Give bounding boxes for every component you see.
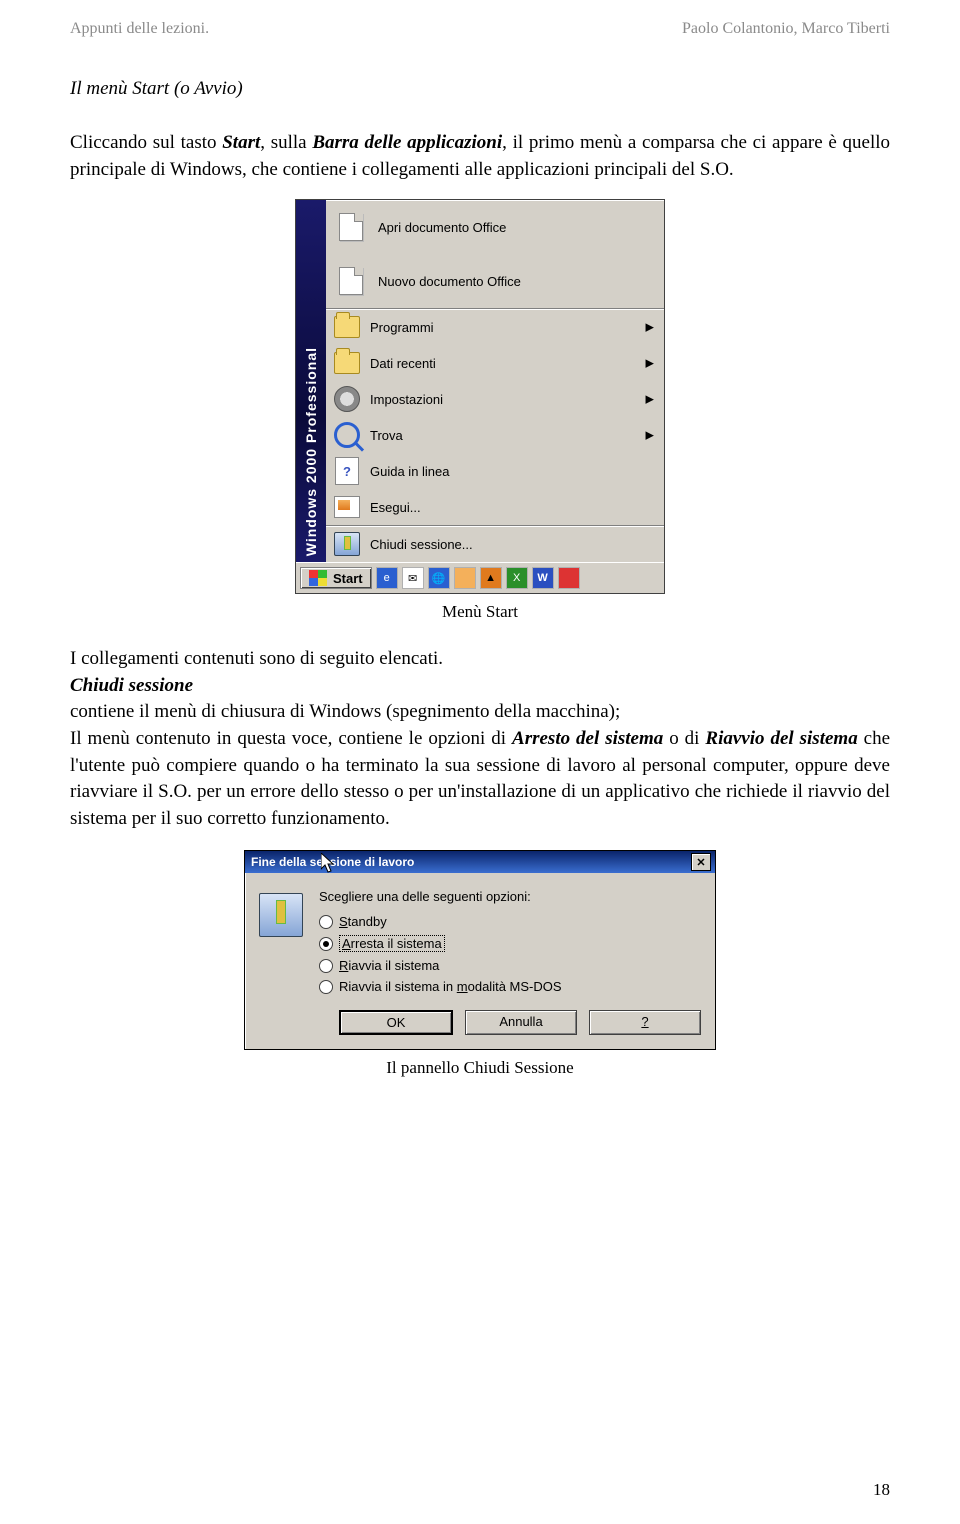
help-icon: ? bbox=[334, 458, 360, 484]
taskbar: Start e ✉ 🌐 ▲ X W bbox=[296, 562, 664, 593]
shutdown-dialog: Fine della sessione di lavoro ✕ Sceglier… bbox=[244, 850, 716, 1050]
paragraph-2: I collegamenti contenuti sono di seguito… bbox=[70, 646, 890, 832]
radio-icon bbox=[319, 915, 333, 929]
settings-icon bbox=[334, 386, 360, 412]
quicklaunch-icon[interactable]: ✉ bbox=[402, 567, 424, 589]
chevron-right-icon: ▶ bbox=[646, 429, 654, 442]
figure-caption-2: Il pannello Chiudi Sessione bbox=[70, 1058, 890, 1078]
chevron-right-icon: ▶ bbox=[646, 393, 654, 406]
document-icon bbox=[334, 210, 368, 244]
radio-riavvia[interactable]: Riavvia il sistema bbox=[319, 958, 701, 973]
radio-standby[interactable]: Standby bbox=[319, 914, 701, 929]
page-header: Appunti delle lezioni. Paolo Colantonio,… bbox=[70, 20, 890, 38]
menu-item-new-office-doc[interactable]: Nuovo documento Office bbox=[326, 254, 664, 308]
search-icon bbox=[334, 422, 360, 448]
menu-item-open-office-doc[interactable]: Apri documento Office bbox=[326, 200, 664, 254]
quicklaunch-icon[interactable]: W bbox=[532, 567, 554, 589]
run-icon bbox=[334, 494, 360, 520]
cursor-icon bbox=[321, 853, 337, 875]
radio-icon bbox=[319, 959, 333, 973]
quicklaunch-icon[interactable]: 🌐 bbox=[428, 567, 450, 589]
radio-icon bbox=[319, 937, 333, 951]
quicklaunch-icon[interactable]: ▲ bbox=[480, 567, 502, 589]
page-number: 18 bbox=[873, 1480, 890, 1500]
menu-item-find[interactable]: Trova ▶ bbox=[326, 417, 664, 453]
dialog-titlebar[interactable]: Fine della sessione di lavoro ✕ bbox=[245, 851, 715, 873]
menu-item-recent[interactable]: Dati recenti ▶ bbox=[326, 345, 664, 381]
start-menu-sideband: Windows 2000 Professional bbox=[296, 200, 326, 562]
quicklaunch-icon[interactable]: X bbox=[506, 567, 528, 589]
header-left: Appunti delle lezioni. bbox=[70, 20, 209, 38]
header-right: Paolo Colantonio, Marco Tiberti bbox=[682, 20, 890, 38]
menu-item-help[interactable]: ? Guida in linea bbox=[326, 453, 664, 489]
cancel-button[interactable]: Annulla bbox=[465, 1010, 577, 1035]
quicklaunch-icon[interactable] bbox=[558, 567, 580, 589]
shutdown-icon bbox=[334, 531, 360, 557]
paragraph-1: Cliccando sul tasto Start, sulla Barra d… bbox=[70, 130, 890, 183]
menu-item-settings[interactable]: Impostazioni ▶ bbox=[326, 381, 664, 417]
quicklaunch-icon[interactable] bbox=[454, 567, 476, 589]
menu-item-shutdown[interactable]: Chiudi sessione... bbox=[326, 525, 664, 562]
folder-icon bbox=[334, 314, 360, 340]
radio-riavvia-msdos[interactable]: Riavvia il sistema in modalità MS-DOS bbox=[319, 979, 701, 994]
start-menu: Windows 2000 Professional Apri documento… bbox=[295, 199, 665, 594]
figure-caption-1: Menù Start bbox=[70, 602, 890, 622]
quicklaunch-icon[interactable]: e bbox=[376, 567, 398, 589]
ok-button[interactable]: OK bbox=[339, 1010, 453, 1035]
shutdown-icon bbox=[259, 893, 303, 937]
chevron-right-icon: ▶ bbox=[646, 357, 654, 370]
start-button[interactable]: Start bbox=[300, 567, 372, 589]
chevron-right-icon: ▶ bbox=[646, 321, 654, 334]
windows-logo-icon bbox=[309, 570, 327, 586]
close-button[interactable]: ✕ bbox=[691, 853, 711, 871]
menu-item-programs[interactable]: Programmi ▶ bbox=[326, 308, 664, 345]
help-button[interactable]: ? bbox=[589, 1010, 701, 1035]
section-title: Il menù Start (o Avvio) bbox=[70, 78, 890, 100]
menu-item-run[interactable]: Esegui... bbox=[326, 489, 664, 525]
document-icon bbox=[334, 264, 368, 298]
radio-icon bbox=[319, 980, 333, 994]
dialog-prompt: Scegliere una delle seguenti opzioni: bbox=[319, 889, 701, 904]
folder-icon bbox=[334, 350, 360, 376]
radio-arresta[interactable]: Arresta il sistema bbox=[319, 935, 701, 952]
